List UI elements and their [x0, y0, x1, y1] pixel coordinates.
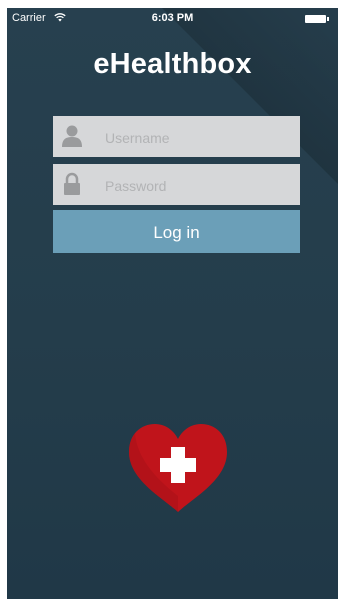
user-icon [62, 125, 82, 147]
heart-cross-icon [129, 424, 227, 512]
lock-icon [64, 172, 80, 195]
status-time: 6:03 PM [151, 12, 194, 24]
app-title: eHealthbox [93, 48, 252, 80]
battery-icon [305, 15, 329, 23]
status-bar: Carrier 6:03 PM [7, 8, 338, 28]
password-field[interactable] [53, 164, 300, 207]
username-input[interactable] [103, 116, 297, 159]
password-input[interactable] [103, 164, 297, 207]
app-screen: Carrier 6:03 PM eHealthbox Log in [7, 8, 338, 599]
username-field[interactable] [53, 116, 300, 159]
login-button[interactable]: Log in [53, 210, 300, 253]
